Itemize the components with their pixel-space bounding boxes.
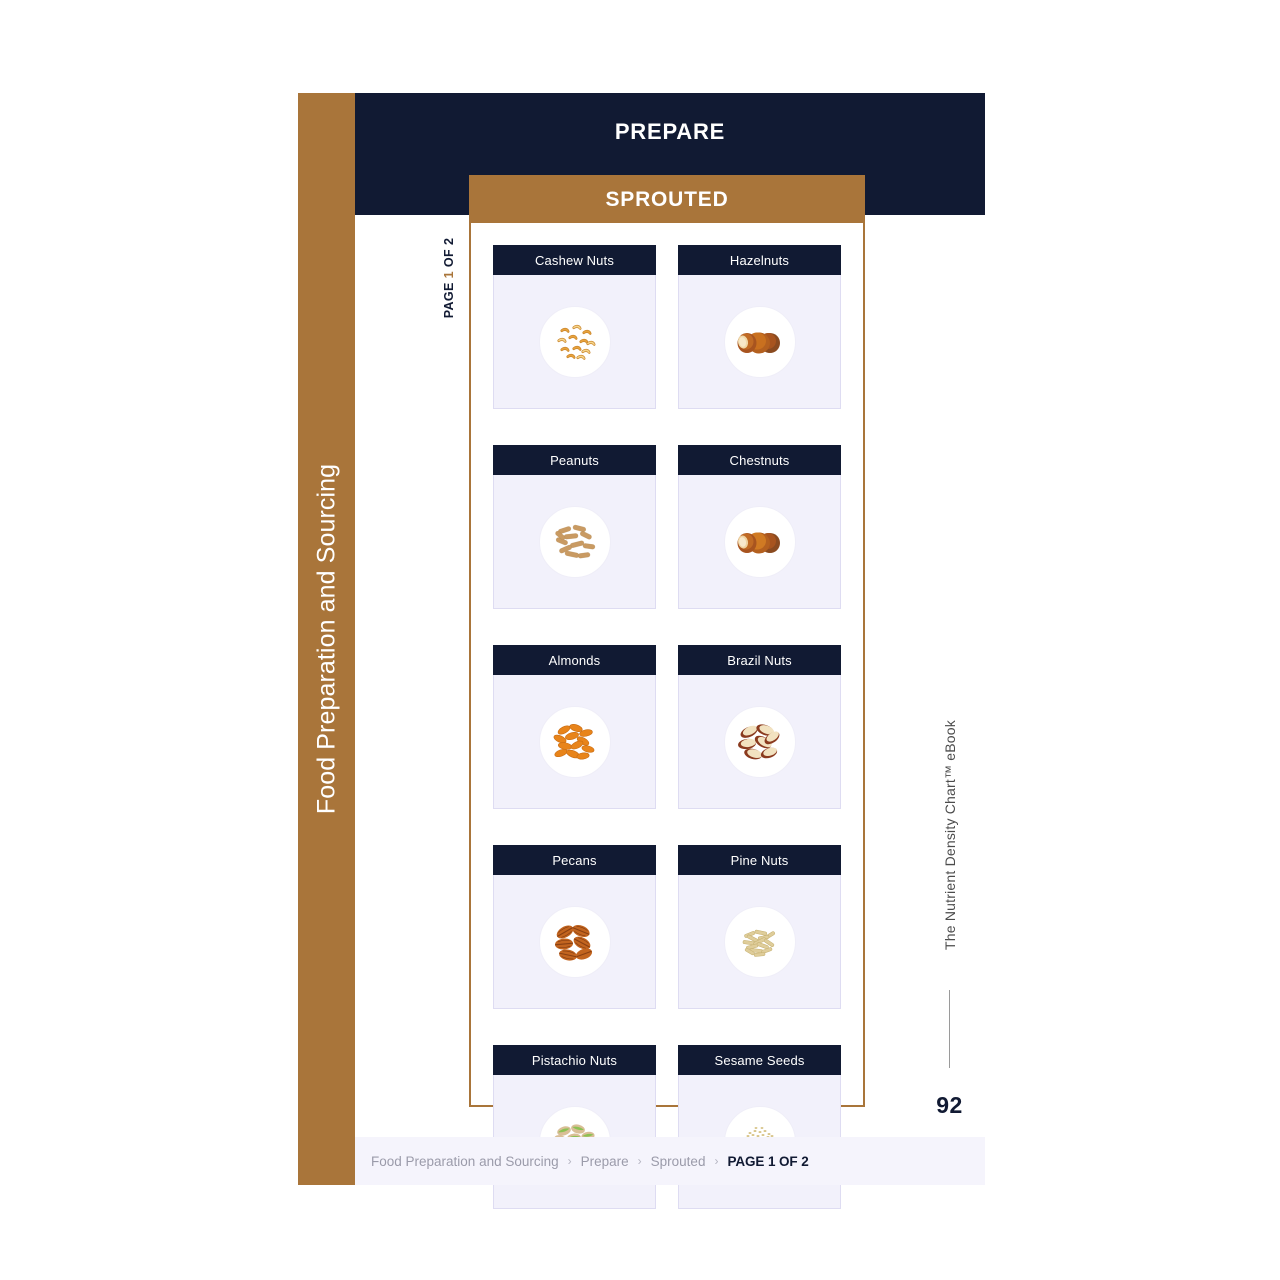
footer-bar: Food Preparation and Sourcing › Prepare … — [355, 1137, 985, 1185]
food-card-header: Peanuts — [493, 445, 656, 475]
food-card-label: Almonds — [548, 652, 601, 668]
food-card-header: Pistachio Nuts — [493, 1045, 656, 1075]
food-card-body — [678, 475, 841, 609]
food-card-header: Pecans — [493, 845, 656, 875]
food-plate — [538, 705, 611, 778]
food-plate — [538, 905, 611, 978]
food-card[interactable]: Brazil Nuts — [678, 645, 841, 809]
food-card-body — [678, 875, 841, 1009]
page-canvas: Food Preparation and Sourcing PREPARE PA… — [0, 0, 1280, 1280]
peanuts-icon — [554, 524, 595, 558]
food-card-header: Pine Nuts — [678, 845, 841, 875]
food-plate — [723, 305, 796, 378]
food-card[interactable]: Pecans — [493, 845, 656, 1009]
food-card-header: Brazil Nuts — [678, 645, 841, 675]
food-card-grid: Cashew Nuts Hazelnuts Peanuts Chestnuts … — [471, 223, 863, 1229]
food-card-body — [678, 275, 841, 409]
chevron-right-icon: › — [567, 1154, 572, 1168]
food-plate — [723, 505, 796, 578]
food-card-body — [493, 875, 656, 1009]
ebook-title-vertical: The Nutrient Density Chart™ eBook — [920, 690, 980, 980]
hazelnuts-icon — [737, 332, 780, 353]
chestnuts-icon — [737, 532, 780, 553]
food-card-body — [493, 275, 656, 409]
food-plate — [538, 505, 611, 578]
pecans-icon — [554, 924, 592, 961]
almonds-icon — [553, 723, 594, 759]
ebook-divider-rule — [949, 990, 950, 1068]
chapter-sidebar-label: Food Preparation and Sourcing — [312, 463, 340, 815]
food-card-label: Peanuts — [550, 452, 599, 468]
food-card-label: Cashew Nuts — [535, 252, 614, 268]
food-card-label: Pine Nuts — [730, 852, 789, 868]
chevron-right-icon: › — [714, 1154, 719, 1168]
cashew-nuts-icon — [556, 324, 595, 360]
food-card-label: Pistachio Nuts — [531, 1052, 618, 1068]
food-card-header: Chestnuts — [678, 445, 841, 475]
breadcrumb-item-current: PAGE 1 OF 2 — [727, 1153, 809, 1169]
page-indicator-prefix: PAGE — [442, 278, 456, 319]
sprouted-panel-title: SPROUTED — [605, 188, 729, 211]
food-plate — [723, 705, 796, 778]
page-indicator-suffix: OF 2 — [442, 237, 456, 271]
food-card-label: Sesame Seeds — [714, 1052, 805, 1068]
chapter-sidebar: Food Preparation and Sourcing — [298, 93, 355, 1185]
page-indicator-number: 1 — [442, 270, 456, 279]
page-title: PREPARE — [614, 119, 726, 144]
food-card-label: Chestnuts — [729, 452, 790, 468]
food-card-header: Hazelnuts — [678, 245, 841, 275]
food-card[interactable]: Cashew Nuts — [493, 245, 656, 409]
breadcrumb-item-section[interactable]: Prepare — [581, 1154, 629, 1169]
food-card[interactable]: Peanuts — [493, 445, 656, 609]
ebook-title-text: The Nutrient Density Chart™ eBook — [942, 720, 958, 950]
food-card[interactable]: Chestnuts — [678, 445, 841, 609]
sprouted-panel: SPROUTED Cashew Nuts Hazelnuts Peanuts C… — [469, 175, 865, 1209]
pine-nuts-icon — [742, 929, 775, 957]
food-card[interactable]: Pine Nuts — [678, 845, 841, 1009]
food-plate — [723, 905, 796, 978]
food-card-label: Brazil Nuts — [727, 652, 792, 668]
sprouted-panel-header: SPROUTED — [471, 177, 863, 223]
brazil-nuts-icon — [737, 723, 779, 759]
food-card-label: Hazelnuts — [729, 252, 790, 268]
food-card-body — [678, 675, 841, 809]
page-number: 92 — [936, 1092, 963, 1118]
food-plate — [538, 305, 611, 378]
breadcrumb-item-subsection[interactable]: Sprouted — [651, 1154, 706, 1169]
food-card-body — [493, 675, 656, 809]
page-indicator: PAGE 1 OF 2 — [424, 228, 474, 328]
food-card-header: Cashew Nuts — [493, 245, 656, 275]
food-card[interactable]: Hazelnuts — [678, 245, 841, 409]
chevron-right-icon: › — [637, 1154, 642, 1168]
food-card-body — [493, 475, 656, 609]
breadcrumb-item-chapter[interactable]: Food Preparation and Sourcing — [371, 1154, 559, 1169]
food-card-header: Sesame Seeds — [678, 1045, 841, 1075]
food-card[interactable]: Almonds — [493, 645, 656, 809]
food-card-label: Pecans — [552, 852, 597, 868]
breadcrumb: Food Preparation and Sourcing › Prepare … — [355, 1154, 809, 1169]
food-card-header: Almonds — [493, 645, 656, 675]
